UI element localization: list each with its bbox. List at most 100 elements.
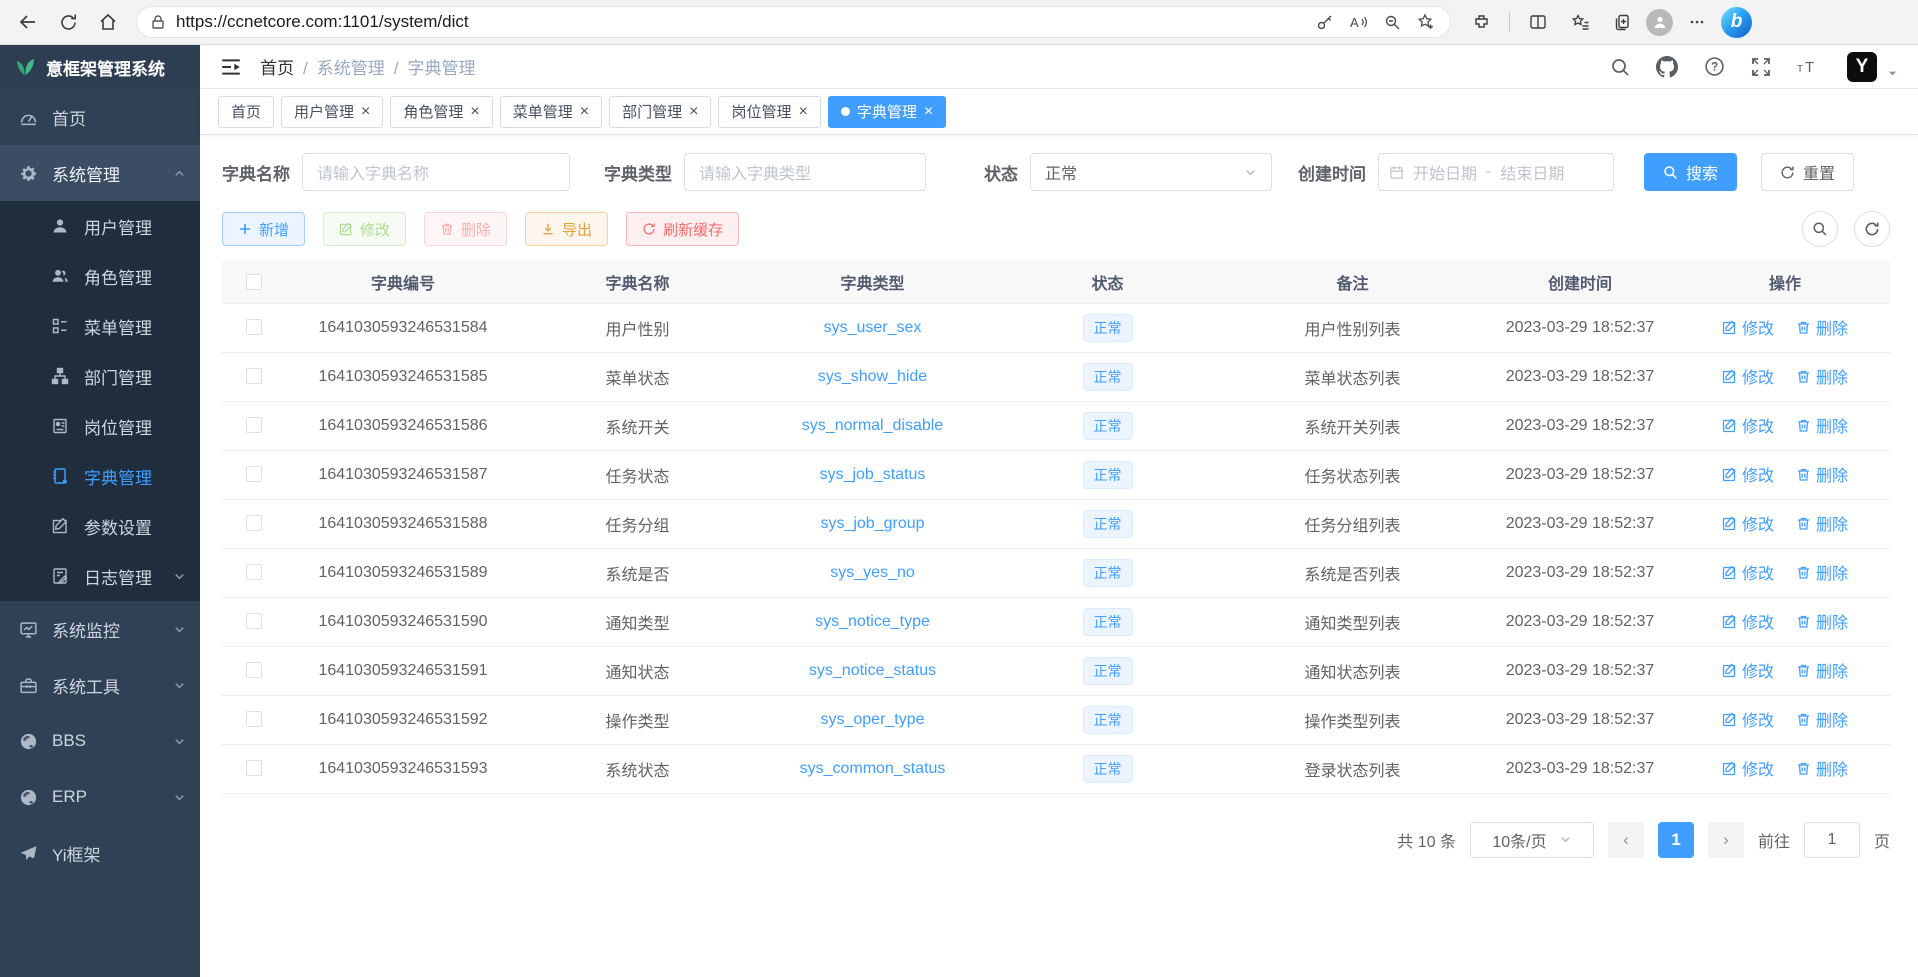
sidebar-item-system-tools[interactable]: 系统工具	[0, 657, 200, 713]
delete-row-button[interactable]: 删除	[1796, 315, 1848, 339]
more-menu-icon[interactable]	[1679, 5, 1715, 39]
tab-dict-mgmt[interactable]: 字典管理×	[828, 96, 946, 128]
refresh-cache-button[interactable]: 刷新缓存	[626, 212, 739, 246]
tab-role-mgmt[interactable]: 角色管理×	[390, 96, 492, 128]
sidebar-item-role-mgmt[interactable]: 角色管理	[0, 251, 200, 301]
search-button[interactable]: 搜索	[1644, 153, 1737, 191]
sidebar-item-system-monitor[interactable]: 系统监控	[0, 601, 200, 657]
edit-row-button[interactable]: 修改	[1722, 707, 1774, 731]
dict-type-link[interactable]: sys_common_status	[800, 760, 946, 777]
edit-row-button[interactable]: 修改	[1722, 511, 1774, 535]
fullscreen-icon[interactable]	[1751, 57, 1771, 77]
next-page-button[interactable]: ›	[1708, 822, 1744, 858]
sidebar-item-system-mgmt[interactable]: 系统管理	[0, 145, 200, 201]
font-size-icon[interactable]: TT	[1797, 57, 1821, 77]
edit-button[interactable]: 修改	[323, 212, 406, 246]
row-checkbox[interactable]	[246, 760, 262, 776]
dict-type-link[interactable]: sys_notice_status	[809, 662, 936, 679]
close-icon[interactable]: ×	[924, 104, 933, 120]
close-icon[interactable]: ×	[689, 104, 698, 120]
row-checkbox[interactable]	[246, 564, 262, 580]
favorites-hub-icon[interactable]	[1562, 5, 1598, 39]
breadcrumb-system[interactable]: 系统管理	[317, 59, 385, 78]
browser-profile-avatar[interactable]	[1646, 9, 1673, 36]
goto-page-input[interactable]: 1	[1804, 822, 1860, 858]
bing-copilot-icon[interactable]: b	[1721, 7, 1752, 38]
dict-type-input[interactable]: 请输入字典类型	[684, 153, 926, 191]
row-checkbox[interactable]	[246, 662, 262, 678]
close-icon[interactable]: ×	[361, 104, 370, 120]
date-range-picker[interactable]: 开始日期 - 结束日期	[1378, 153, 1614, 191]
split-screen-icon[interactable]	[1520, 5, 1556, 39]
close-icon[interactable]: ×	[798, 104, 807, 120]
edit-row-button[interactable]: 修改	[1722, 364, 1774, 388]
row-checkbox[interactable]	[246, 319, 262, 335]
address-bar[interactable]: https://ccnetcore.com:1101/system/dict A	[136, 6, 1451, 38]
tab-dept-mgmt[interactable]: 部门管理×	[609, 96, 711, 128]
extensions-icon[interactable]	[1463, 5, 1499, 39]
browser-home-button[interactable]	[90, 5, 126, 39]
browser-back-button[interactable]	[10, 5, 46, 39]
dict-type-link[interactable]: sys_oper_type	[820, 711, 924, 728]
sidebar-item-erp[interactable]: ERP	[0, 769, 200, 825]
delete-row-button[interactable]: 删除	[1796, 560, 1848, 584]
delete-row-button[interactable]: 删除	[1796, 609, 1848, 633]
edit-row-button[interactable]: 修改	[1722, 560, 1774, 584]
sidebar-item-yi-framework[interactable]: Yi框架	[0, 825, 200, 881]
tab-menu-mgmt[interactable]: 菜单管理×	[500, 96, 602, 128]
row-checkbox[interactable]	[246, 417, 262, 433]
export-button[interactable]: 导出	[525, 212, 608, 246]
row-checkbox[interactable]	[246, 368, 262, 384]
reset-button[interactable]: 重置	[1761, 153, 1854, 191]
edit-row-button[interactable]: 修改	[1722, 462, 1774, 486]
refresh-table-button[interactable]	[1854, 211, 1890, 247]
read-aloud-icon[interactable]: A	[1341, 8, 1375, 36]
sidebar-item-param-settings[interactable]: 参数设置	[0, 501, 200, 551]
tab-user-mgmt[interactable]: 用户管理×	[281, 96, 383, 128]
delete-row-button[interactable]: 删除	[1796, 756, 1848, 780]
sidebar-item-dict-mgmt[interactable]: 字典管理	[0, 451, 200, 501]
delete-row-button[interactable]: 删除	[1796, 658, 1848, 682]
github-icon[interactable]	[1656, 56, 1678, 78]
delete-row-button[interactable]: 删除	[1796, 462, 1848, 486]
dict-name-input[interactable]: 请输入字典名称	[302, 153, 570, 191]
sidebar-item-bbs[interactable]: BBS	[0, 713, 200, 769]
help-icon[interactable]: ?	[1704, 56, 1725, 77]
collections-icon[interactable]	[1604, 5, 1640, 39]
dict-type-link[interactable]: sys_normal_disable	[802, 417, 943, 434]
password-key-icon[interactable]	[1307, 8, 1341, 36]
edit-row-button[interactable]: 修改	[1722, 658, 1774, 682]
sidebar-item-log-mgmt[interactable]: 日志管理	[0, 551, 200, 601]
sidebar-item-home[interactable]: 首页	[0, 89, 200, 145]
page-size-select[interactable]: 10条/页	[1470, 822, 1594, 858]
dict-type-link[interactable]: sys_job_group	[820, 515, 924, 532]
edit-row-button[interactable]: 修改	[1722, 609, 1774, 633]
dict-type-link[interactable]: sys_notice_type	[815, 613, 930, 630]
delete-row-button[interactable]: 删除	[1796, 364, 1848, 388]
add-button[interactable]: 新增	[222, 212, 305, 246]
row-checkbox[interactable]	[246, 466, 262, 482]
sidebar-item-dept-mgmt[interactable]: 部门管理	[0, 351, 200, 401]
current-page-button[interactable]: 1	[1658, 822, 1694, 858]
prev-page-button[interactable]: ‹	[1608, 822, 1644, 858]
dict-type-link[interactable]: sys_show_hide	[818, 368, 927, 385]
sidebar-item-post-mgmt[interactable]: 岗位管理	[0, 401, 200, 451]
edit-row-button[interactable]: 修改	[1722, 413, 1774, 437]
breadcrumb-home[interactable]: 首页	[260, 59, 294, 78]
dict-type-link[interactable]: sys_user_sex	[824, 319, 922, 336]
tab-post-mgmt[interactable]: 岗位管理×	[718, 96, 820, 128]
favorite-star-icon[interactable]	[1409, 8, 1443, 36]
browser-refresh-button[interactable]	[50, 5, 86, 39]
toggle-search-button[interactable]	[1802, 211, 1838, 247]
tab-home[interactable]: 首页	[218, 96, 274, 128]
status-select[interactable]: 正常	[1030, 153, 1272, 191]
edit-row-button[interactable]: 修改	[1722, 315, 1774, 339]
delete-row-button[interactable]: 删除	[1796, 413, 1848, 437]
dict-type-link[interactable]: sys_job_status	[820, 466, 926, 483]
row-checkbox[interactable]	[246, 515, 262, 531]
edit-row-button[interactable]: 修改	[1722, 756, 1774, 780]
close-icon[interactable]: ×	[580, 104, 589, 120]
sidebar-collapse-icon[interactable]	[220, 57, 242, 77]
delete-button[interactable]: 删除	[424, 212, 507, 246]
sidebar-item-menu-mgmt[interactable]: 菜单管理	[0, 301, 200, 351]
